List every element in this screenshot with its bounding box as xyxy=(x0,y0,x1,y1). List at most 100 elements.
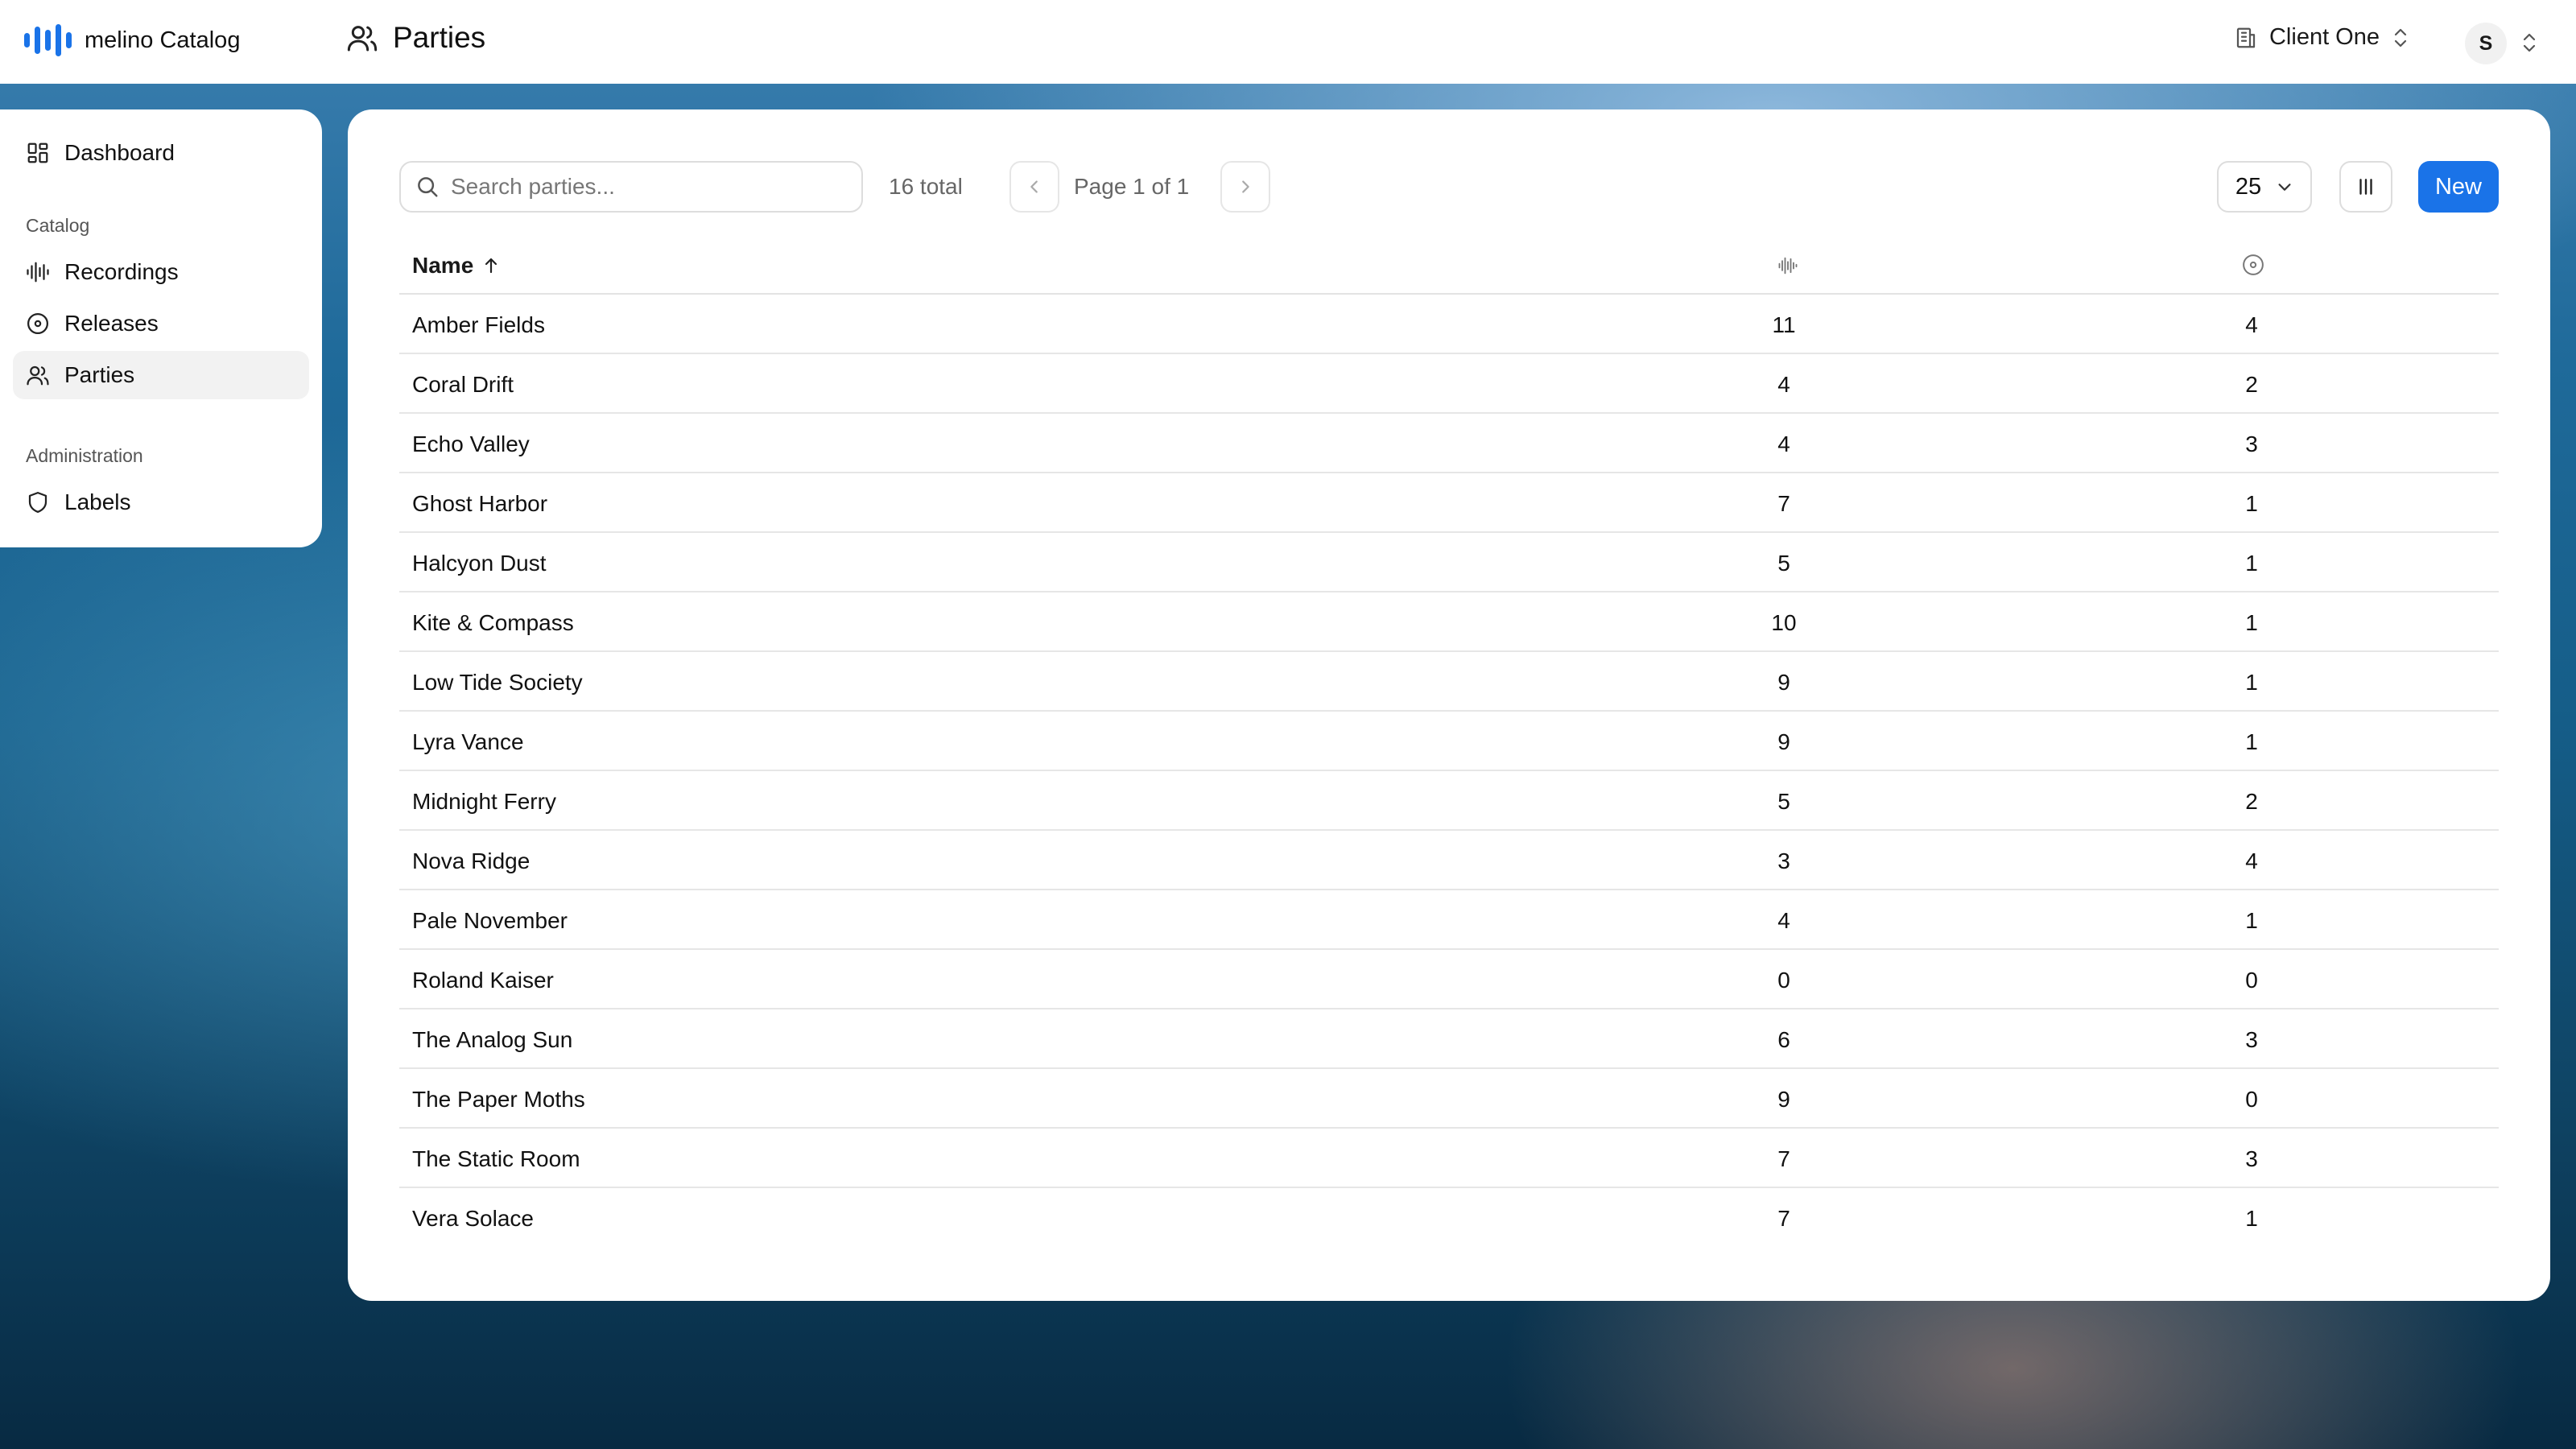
name-column-header[interactable]: Name xyxy=(412,253,501,279)
table-row[interactable]: Vera Solace 7 1 xyxy=(399,1188,2499,1248)
disc-icon xyxy=(2243,254,2264,275)
recordings-count: 5 xyxy=(1777,551,1790,576)
table-row[interactable]: Pale November 4 1 xyxy=(399,890,2499,950)
releases-count: 1 xyxy=(2245,491,2258,516)
sidebar-item-labels[interactable]: Labels xyxy=(13,478,309,526)
sidebar-item-label: Parties xyxy=(64,362,135,387)
name-header-label: Name xyxy=(412,253,474,278)
table-toolbar: 16 total Page 1 of 1 25 New xyxy=(399,161,2499,213)
table-row[interactable]: Kite & Compass 10 1 xyxy=(399,592,2499,652)
party-name: Halcyon Dust xyxy=(412,551,547,576)
party-name: Amber Fields xyxy=(412,312,545,337)
table-row[interactable]: Roland Kaiser 0 0 xyxy=(399,950,2499,1009)
page-indicator: Page 1 of 1 xyxy=(1074,174,1190,199)
top-bar: melino Catalog Parties Client One S xyxy=(0,0,2576,84)
releases-count: 1 xyxy=(2245,551,2258,576)
parties-table: Name Amber Fields 11 4 Coral Drift 4 2 Echo Va… xyxy=(399,235,2499,1248)
user-menu-chevron-icon[interactable] xyxy=(2520,31,2539,55)
waveform-icon xyxy=(27,262,49,283)
party-name: Ghost Harbor xyxy=(412,491,548,516)
page-size-select[interactable]: 25 xyxy=(2217,161,2312,213)
client-switcher[interactable]: Client One xyxy=(2234,24,2410,51)
avatar-initial: S xyxy=(2479,31,2493,55)
party-name: Pale November xyxy=(412,908,568,933)
recordings-count: 7 xyxy=(1777,491,1790,516)
recordings-count: 6 xyxy=(1777,1027,1790,1052)
sidebar-item-label: Labels xyxy=(64,489,131,514)
avatar[interactable]: S xyxy=(2465,23,2507,64)
table-row[interactable]: Low Tide Society 9 1 xyxy=(399,652,2499,712)
recordings-count: 7 xyxy=(1777,1206,1790,1231)
table-row[interactable]: Amber Fields 11 4 xyxy=(399,295,2499,354)
client-name: Client One xyxy=(2268,24,2380,50)
releases-count: 1 xyxy=(2245,1206,2258,1231)
table-header: Name xyxy=(399,235,2499,295)
table-row[interactable]: Coral Drift 4 2 xyxy=(399,354,2499,414)
main-panel: 16 total Page 1 of 1 25 New Name xyxy=(348,109,2550,1301)
recordings-count: 4 xyxy=(1777,372,1790,397)
sidebar-item-label: Recordings xyxy=(64,259,179,284)
sidebar-item-releases[interactable]: Releases xyxy=(13,299,309,348)
releases-count: 3 xyxy=(2245,1027,2258,1052)
table-row[interactable]: The Static Room 7 3 xyxy=(399,1129,2499,1188)
party-name: Low Tide Society xyxy=(412,670,583,695)
sidebar-item-dashboard[interactable]: Dashboard xyxy=(13,129,309,177)
next-page-button[interactable] xyxy=(1220,161,1270,213)
releases-count: 0 xyxy=(2245,1087,2258,1112)
grid-icon xyxy=(27,142,48,163)
shield-icon xyxy=(28,492,47,513)
table-row[interactable]: Ghost Harbor 7 1 xyxy=(399,473,2499,533)
page-header: Parties xyxy=(346,21,485,55)
releases-count: 1 xyxy=(2245,610,2258,635)
total-count: 16 total xyxy=(889,174,963,199)
party-name: The Paper Moths xyxy=(412,1087,585,1112)
chevron-down-icon xyxy=(2278,184,2291,191)
releases-count: 3 xyxy=(2245,431,2258,456)
table-row[interactable]: Echo Valley 4 3 xyxy=(399,414,2499,473)
table-row[interactable]: Halcyon Dust 5 1 xyxy=(399,533,2499,592)
new-party-button[interactable]: New xyxy=(2418,161,2499,213)
recordings-count: 5 xyxy=(1777,789,1790,814)
sidebar-item-recordings[interactable]: Recordings xyxy=(13,248,309,296)
table-body: Amber Fields 11 4 Coral Drift 4 2 Echo Valley 4… xyxy=(399,295,2499,1248)
waveform-icon xyxy=(1778,257,1798,275)
table-row[interactable]: The Analog Sun 6 3 xyxy=(399,1009,2499,1069)
table-row[interactable]: Lyra Vance 9 1 xyxy=(399,712,2499,771)
previous-page-button[interactable] xyxy=(1009,161,1059,213)
disc-icon xyxy=(27,313,48,334)
sidebar: Dashboard Catalog Recordings Releases Pa… xyxy=(0,109,322,547)
sidebar-item-parties[interactable]: Parties xyxy=(13,351,309,399)
party-name: Lyra Vance xyxy=(412,729,524,754)
chevron-right-icon xyxy=(1242,180,1249,193)
page-size-value: 25 xyxy=(2235,173,2262,200)
releases-count: 2 xyxy=(2245,372,2258,397)
recordings-count: 0 xyxy=(1777,968,1790,993)
search-input[interactable] xyxy=(451,174,837,200)
search-box[interactable] xyxy=(399,161,863,213)
recordings-count: 9 xyxy=(1777,729,1790,754)
recordings-count: 7 xyxy=(1777,1146,1790,1171)
users-icon xyxy=(347,26,378,52)
recordings-count: 11 xyxy=(1772,312,1796,337)
party-name: The Analog Sun xyxy=(412,1027,573,1052)
columns-icon xyxy=(2359,179,2372,195)
sidebar-section-catalog: Catalog xyxy=(26,215,90,236)
users-icon xyxy=(27,365,49,386)
recordings-column-header[interactable] xyxy=(1776,254,1800,281)
sidebar-item-label: Dashboard xyxy=(64,140,175,165)
releases-count: 0 xyxy=(2245,968,2258,993)
table-row[interactable]: Midnight Ferry 5 2 xyxy=(399,771,2499,831)
releases-count: 1 xyxy=(2245,670,2258,695)
party-name: Echo Valley xyxy=(412,431,530,456)
table-row[interactable]: Nova Ridge 3 4 xyxy=(399,831,2499,890)
columns-button[interactable] xyxy=(2339,161,2392,213)
party-name: Kite & Compass xyxy=(412,610,574,635)
party-name: Roland Kaiser xyxy=(412,968,554,993)
bars-logo-icon xyxy=(24,24,72,56)
recordings-count: 10 xyxy=(1771,610,1797,635)
brand[interactable]: melino Catalog xyxy=(24,24,240,56)
releases-column-header[interactable] xyxy=(2241,253,2265,281)
recordings-count: 4 xyxy=(1777,908,1790,933)
releases-count: 3 xyxy=(2245,1146,2258,1171)
table-row[interactable]: The Paper Moths 9 0 xyxy=(399,1069,2499,1129)
